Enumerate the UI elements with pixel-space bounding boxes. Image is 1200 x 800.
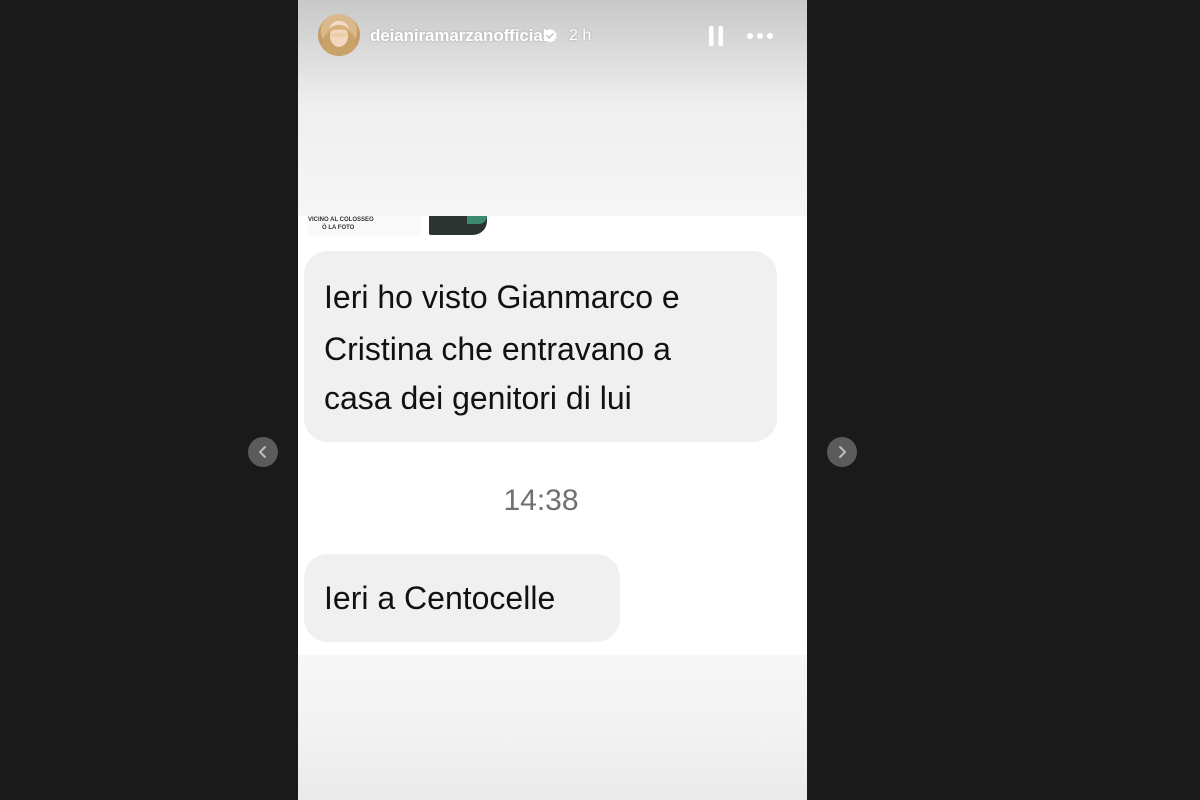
message-text-line: Ieri ho visto Gianmarco e [324, 279, 680, 315]
chat-message-bubble: Ieri ho visto Gianmarco e Cristina che e… [304, 251, 777, 442]
thumbnail-caption-line: Ò LA FOTO [322, 225, 355, 231]
story-bottom-area [298, 655, 807, 800]
message-text-line: Cristina che entravano a [324, 331, 671, 367]
pause-icon[interactable] [705, 24, 727, 48]
story-username[interactable]: deianiramarzanofficial [370, 26, 547, 46]
avatar-image [322, 25, 356, 56]
thumbnail-caption: VICINO AL COLOSSEO Ò LA FOTO [308, 216, 421, 236]
verified-badge-icon [543, 28, 557, 43]
shared-image-thumbnail: VICINO AL COLOSSEO Ò LA FOTO [308, 216, 508, 238]
story-frame[interactable]: deianiramarzanofficial 2 h VICINO AL COL… [298, 0, 807, 800]
story-viewer: deianiramarzanofficial 2 h VICINO AL COL… [0, 0, 1200, 800]
chat-message-bubble: Ieri a Centocelle [304, 554, 620, 642]
story-time-ago: 2 h [569, 27, 592, 44]
message-text-line: casa dei genitori di lui [324, 380, 632, 416]
next-story-button[interactable] [827, 437, 857, 467]
thumbnail-caption-line: VICINO AL COLOSSEO [308, 217, 374, 223]
more-icon[interactable] [745, 26, 775, 46]
thumbnail-photo [429, 216, 487, 235]
message-timestamp: 14:38 [503, 484, 579, 517]
chevron-left-icon [259, 446, 266, 458]
avatar[interactable] [318, 14, 360, 56]
previous-story-button[interactable] [248, 437, 278, 467]
chevron-right-icon [839, 446, 846, 458]
story-header: deianiramarzanofficial 2 h [298, 0, 807, 72]
message-text-line: Ieri a Centocelle [324, 580, 556, 616]
